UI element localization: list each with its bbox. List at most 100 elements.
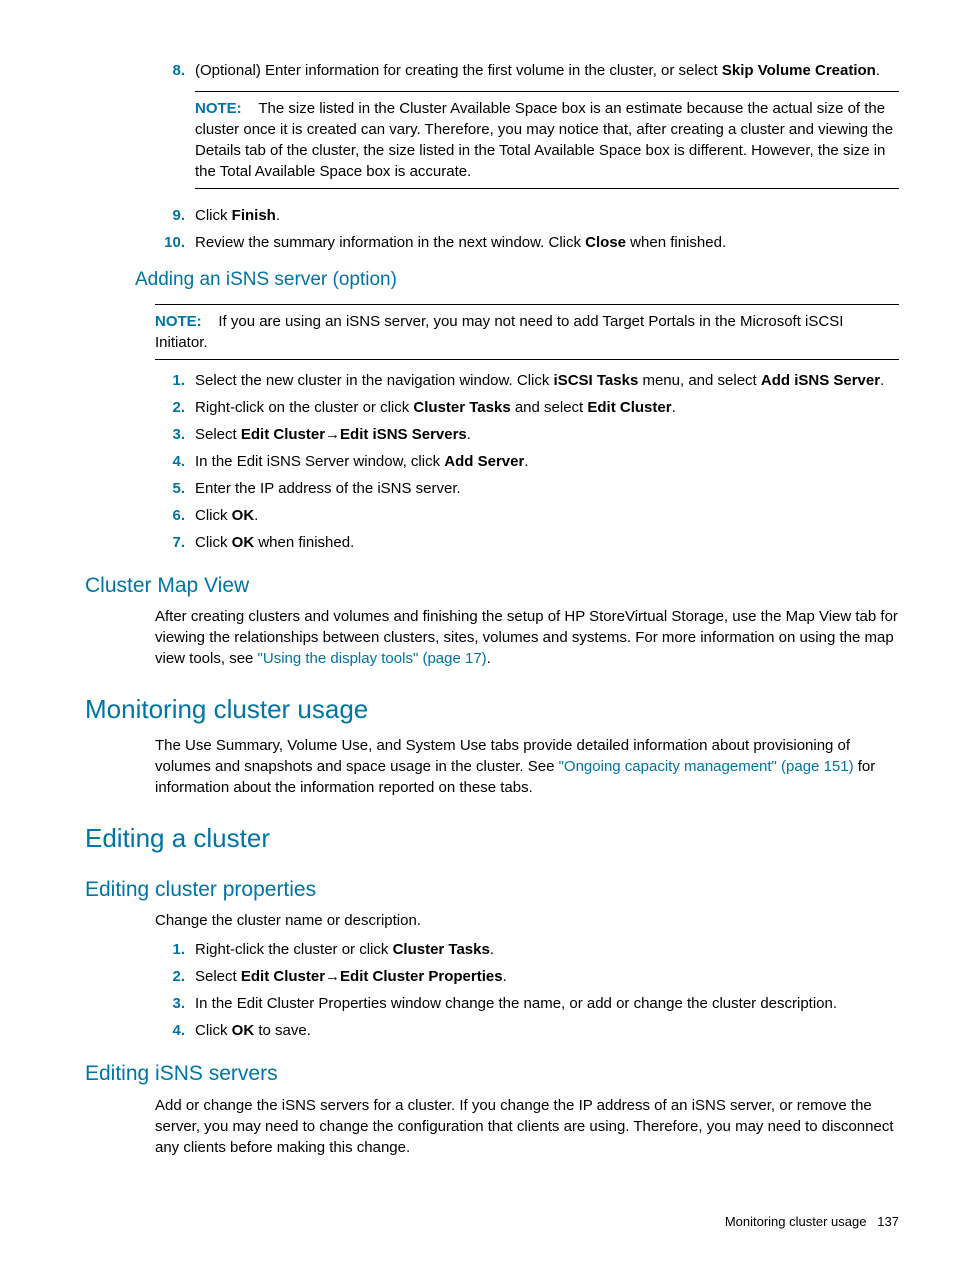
step-number: 3. — [155, 424, 195, 445]
step-body: Click OK to save. — [195, 1020, 899, 1041]
props-step-2: 2. Select Edit Cluster→Edit Cluster Prop… — [155, 966, 899, 987]
text: Select the new cluster in the navigation… — [195, 372, 554, 389]
step-8: 8. (Optional) Enter information for crea… — [155, 60, 899, 199]
step-number: 4. — [155, 451, 195, 472]
step-body: Enter the IP address of the iSNS server. — [195, 478, 899, 499]
bold-text: Close — [585, 234, 626, 251]
text: . — [880, 372, 884, 389]
step-body: Select Edit Cluster→Edit Cluster Propert… — [195, 966, 899, 987]
step-body: Review the summary information in the ne… — [195, 232, 899, 253]
heading-monitoring-cluster-usage: Monitoring cluster usage — [85, 691, 899, 727]
bold-text: Edit iSNS Servers — [340, 426, 467, 443]
step-number: 10. — [155, 232, 195, 253]
step-body: In the Edit Cluster Properties window ch… — [195, 993, 899, 1014]
text: . — [276, 207, 280, 224]
text: . — [876, 62, 880, 79]
heading-editing-a-cluster: Editing a cluster — [85, 820, 899, 856]
text: . — [487, 650, 491, 667]
text: . — [672, 399, 676, 416]
step-body: Select Edit Cluster→Edit iSNS Servers. — [195, 424, 899, 445]
text: when finished. — [626, 234, 726, 251]
text: Click — [195, 1022, 232, 1039]
text: . — [503, 968, 507, 985]
bold-text: Add Server — [444, 453, 524, 470]
text: Click — [195, 534, 232, 551]
step-number: 1. — [155, 370, 195, 391]
heading-editing-isns-servers: Editing iSNS servers — [85, 1059, 899, 1088]
heading-cluster-map-view: Cluster Map View — [85, 571, 899, 600]
text: Right-click the cluster or click — [195, 941, 393, 958]
arrow: → — [325, 968, 340, 985]
bold-text: OK — [232, 534, 255, 551]
bold-text: Skip Volume Creation — [722, 62, 876, 79]
step-number: 2. — [155, 966, 195, 987]
paragraph: After creating clusters and volumes and … — [155, 606, 899, 669]
heading-adding-isns: Adding an iSNS server (option) — [135, 267, 899, 294]
props-step-4: 4. Click OK to save. — [155, 1020, 899, 1041]
step-body: Click OK. — [195, 505, 899, 526]
text: . — [524, 453, 528, 470]
bold-text: Cluster Tasks — [413, 399, 510, 416]
paragraph: The Use Summary, Volume Use, and System … — [155, 735, 899, 798]
isns-step-5: 5. Enter the IP address of the iSNS serv… — [155, 478, 899, 499]
step-number: 5. — [155, 478, 195, 499]
text: (Optional) Enter information for creatin… — [195, 62, 722, 79]
text: . — [490, 941, 494, 958]
note-text — [246, 100, 259, 117]
bold-text: Edit Cluster — [241, 968, 325, 985]
link-ongoing-capacity[interactable]: "Ongoing capacity management" (page 151) — [559, 758, 854, 775]
bold-text: Finish — [232, 207, 276, 224]
text: to save. — [254, 1022, 311, 1039]
spacer — [206, 313, 219, 330]
note-box: NOTE: The size listed in the Cluster Ava… — [195, 91, 899, 189]
text: Right-click on the cluster or click — [195, 399, 413, 416]
props-step-1: 1. Right-click the cluster or click Clus… — [155, 939, 899, 960]
isns-step-4: 4. In the Edit iSNS Server window, click… — [155, 451, 899, 472]
text: menu, and select — [638, 372, 761, 389]
heading-editing-cluster-properties: Editing cluster properties — [85, 875, 899, 904]
paragraph: Add or change the iSNS servers for a clu… — [155, 1095, 899, 1158]
page-footer: Monitoring cluster usage 137 — [725, 1213, 899, 1231]
text: and select — [511, 399, 588, 416]
bold-text: Add iSNS Server — [761, 372, 880, 389]
isns-step-2: 2. Right-click on the cluster or click C… — [155, 397, 899, 418]
step-number: 4. — [155, 1020, 195, 1041]
text: In the Edit iSNS Server window, click — [195, 453, 444, 470]
bold-text: OK — [232, 1022, 255, 1039]
step-body: (Optional) Enter information for creatin… — [195, 60, 899, 199]
bold-text: OK — [232, 507, 255, 524]
isns-step-1: 1. Select the new cluster in the navigat… — [155, 370, 899, 391]
isns-step-3: 3. Select Edit Cluster→Edit iSNS Servers… — [155, 424, 899, 445]
props-step-3: 3. In the Edit Cluster Properties window… — [155, 993, 899, 1014]
note-label: NOTE: — [195, 100, 242, 117]
arrow: → — [325, 426, 340, 443]
step-number: 9. — [155, 205, 195, 226]
step-10: 10. Review the summary information in th… — [155, 232, 899, 253]
bold-text: Edit Cluster — [241, 426, 325, 443]
note-label: NOTE: — [155, 313, 202, 330]
link-display-tools[interactable]: "Using the display tools" (page 17) — [258, 650, 487, 667]
step-9: 9. Click Finish. — [155, 205, 899, 226]
step-body: In the Edit iSNS Server window, click Ad… — [195, 451, 899, 472]
footer-page-number: 137 — [877, 1214, 899, 1229]
text: when finished. — [254, 534, 354, 551]
step-number: 6. — [155, 505, 195, 526]
note-text: If you are using an iSNS server, you may… — [155, 313, 843, 351]
step-number: 3. — [155, 993, 195, 1014]
text: Review the summary information in the ne… — [195, 234, 585, 251]
step-body: Click OK when finished. — [195, 532, 899, 553]
footer-section: Monitoring cluster usage — [725, 1214, 867, 1229]
paragraph: Change the cluster name or description. — [155, 910, 899, 931]
step-body: Right-click on the cluster or click Clus… — [195, 397, 899, 418]
isns-step-7: 7. Click OK when finished. — [155, 532, 899, 553]
bold-text: iSCSI Tasks — [554, 372, 639, 389]
step-body: Right-click the cluster or click Cluster… — [195, 939, 899, 960]
bold-text: Edit Cluster Properties — [340, 968, 503, 985]
text: Click — [195, 507, 232, 524]
text: . — [467, 426, 471, 443]
step-number: 7. — [155, 532, 195, 553]
note-box: NOTE: If you are using an iSNS server, y… — [155, 304, 899, 360]
step-number: 8. — [155, 60, 195, 199]
step-number: 2. — [155, 397, 195, 418]
bold-text: Cluster Tasks — [393, 941, 490, 958]
